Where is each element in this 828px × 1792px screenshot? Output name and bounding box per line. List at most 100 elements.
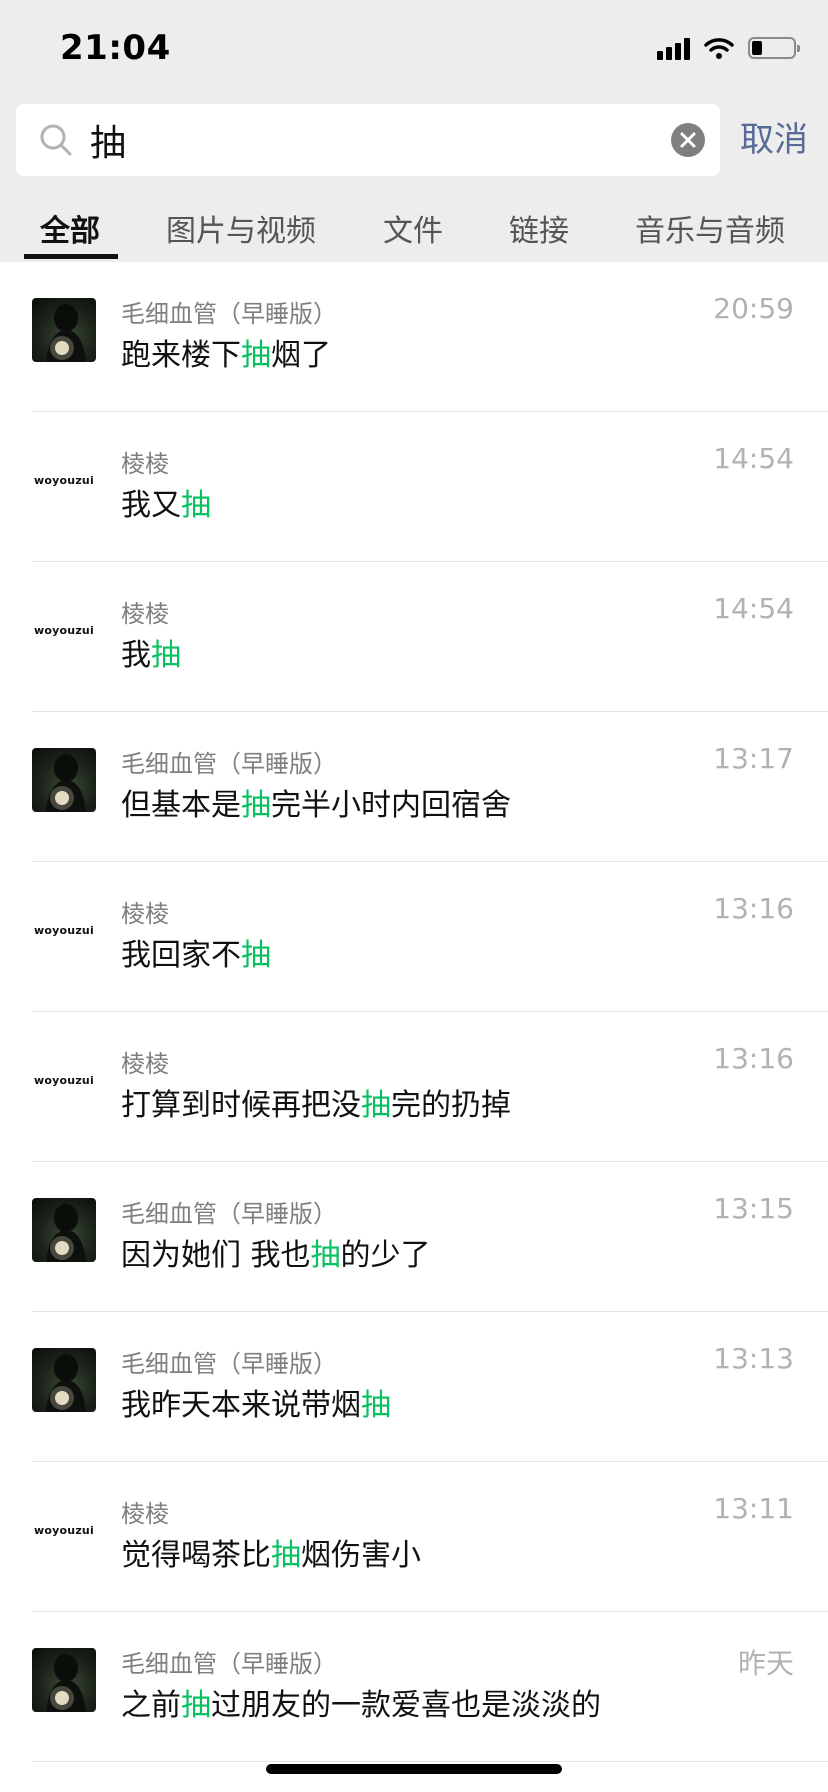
keyword-highlight: 抽 [271, 1538, 301, 1573]
contact-name: 棱棱 [121, 900, 169, 928]
contact-avatar [32, 748, 96, 812]
keyword-highlight: 抽 [241, 788, 271, 823]
tab-images-videos[interactable]: 图片与视频 [166, 206, 316, 250]
search-input[interactable] [90, 104, 670, 176]
search-icon [40, 124, 72, 156]
contact-avatar: woyouzui [32, 598, 96, 662]
message-time: 14:54 [713, 592, 794, 625]
status-icons [657, 36, 800, 60]
cellular-signal-icon [657, 36, 690, 60]
message-text-before: 觉得喝茶比 [121, 1538, 271, 1573]
keyword-highlight: 抽 [361, 1088, 391, 1123]
tab-music-audio[interactable]: 音乐与音频 [635, 206, 785, 250]
wifi-icon [704, 38, 734, 59]
status-bar: 21:04 [0, 0, 828, 100]
message-text-before: 之前 [121, 1688, 181, 1723]
message-text-before: 我又 [121, 488, 181, 523]
message-time: 20:59 [713, 292, 794, 325]
message-time: 13:13 [713, 1342, 794, 1375]
contact-avatar: woyouzui [32, 898, 96, 962]
filter-tabs: 全部 图片与视频 文件 链接 音乐与音频 [0, 196, 828, 262]
search-result-item[interactable]: 毛细血管（早睡版） 13:13 我昨天本来说带烟抽 [0, 1312, 828, 1462]
contact-name: 毛细血管（早睡版） [121, 1350, 337, 1378]
search-result-item[interactable]: 毛细血管（早睡版） 13:17 但基本是抽完半小时内回宿舍 [0, 712, 828, 862]
message-time: 14:54 [713, 442, 794, 475]
keyword-highlight: 抽 [181, 1688, 211, 1723]
message-text-before: 打算到时候再把没 [121, 1088, 361, 1123]
message-text-before: 我 [121, 638, 151, 673]
search-result-item[interactable]: 毛细血管（早睡版） 昨天之前抽过朋友的一款爱喜也是淡淡的 [0, 1612, 828, 1762]
message-text-before: 我回家不 [121, 938, 241, 973]
search-header: 21:04 抽 取消 全部 图片与视频 文件 链接 音乐与音频 [0, 0, 828, 262]
tab-all[interactable]: 全部 [40, 206, 100, 250]
search-row: 取消 [16, 104, 812, 176]
contact-name: 毛细血管（早睡版） [121, 300, 337, 328]
message-snippet: 我又抽 [121, 480, 211, 524]
contact-name: 毛细血管（早睡版） [121, 1200, 337, 1228]
message-time: 13:11 [713, 1492, 794, 1525]
keyword-highlight: 抽 [310, 1238, 341, 1273]
home-indicator [266, 1764, 562, 1774]
search-result-item[interactable]: woyouzui 棱棱 13:16 我回家不抽 [0, 862, 828, 1012]
divider [32, 1761, 828, 1762]
message-snippet: 我昨天本来说带烟抽 [121, 1380, 391, 1424]
tab-links[interactable]: 链接 [509, 206, 569, 250]
message-text-after: 烟了 [271, 338, 331, 373]
search-result-item[interactable]: 毛细血管（早睡版） 20:59 跑来楼下抽烟了 [0, 262, 828, 412]
keyword-highlight: 抽 [361, 1388, 391, 1423]
message-text-before: 我昨天本来说带烟 [121, 1388, 361, 1423]
contact-name: 棱棱 [121, 600, 169, 628]
message-time: 13:15 [713, 1192, 794, 1225]
avatar-label: woyouzui [34, 623, 94, 637]
search-box[interactable] [16, 104, 720, 176]
message-snippet: 因为她们 我也抽的少了 [121, 1230, 431, 1274]
message-text-after: 的少了 [340, 1238, 431, 1273]
message-text-after: 烟伤害小 [301, 1538, 421, 1573]
active-tab-indicator [24, 254, 118, 259]
search-result-item[interactable]: woyouzui 棱棱 13:11 觉得喝茶比抽烟伤害小 [0, 1462, 828, 1612]
contact-name: 棱棱 [121, 1500, 169, 1528]
contact-avatar: woyouzui [32, 448, 96, 512]
message-text-after: 完半小时内回宿舍 [271, 788, 511, 823]
contact-avatar: woyouzui [32, 1048, 96, 1112]
avatar-label: woyouzui [34, 473, 94, 487]
contact-avatar [32, 1348, 96, 1412]
search-result-item[interactable]: woyouzui 棱棱 14:54 我又抽 [0, 412, 828, 562]
message-snippet: 跑来楼下抽烟了 [121, 330, 331, 374]
message-text-before: 因为她们 我也 [121, 1238, 311, 1273]
search-result-item[interactable]: woyouzui 棱棱 14:54 我抽 [0, 562, 828, 712]
clear-icon[interactable] [670, 122, 706, 158]
avatar-label: woyouzui [34, 1523, 94, 1537]
message-text-after: 过朋友的一款爱喜也是淡淡的 [211, 1688, 601, 1723]
avatar-label: woyouzui [34, 1073, 94, 1087]
tab-files[interactable]: 文件 [383, 206, 443, 250]
keyword-highlight: 抽 [181, 488, 211, 523]
message-text-after: 完的扔掉 [391, 1088, 511, 1123]
contact-avatar: woyouzui [32, 1498, 96, 1562]
message-snippet: 但基本是抽完半小时内回宿舍 [121, 780, 511, 824]
message-time: 13:17 [713, 742, 794, 775]
message-time: 昨天 [737, 1647, 794, 1680]
keyword-highlight: 抽 [151, 638, 181, 673]
message-snippet: 我回家不抽 [121, 930, 271, 974]
keyword-highlight: 抽 [241, 938, 271, 973]
avatar-label: woyouzui [34, 923, 94, 937]
search-result-item[interactable]: 毛细血管（早睡版） 13:15 因为她们 我也抽的少了 [0, 1162, 828, 1312]
contact-name: 毛细血管（早睡版） [121, 750, 337, 778]
search-result-item[interactable]: woyouzui 棱棱 13:16 打算到时候再把没抽完的扔掉 [0, 1012, 828, 1162]
battery-icon [748, 37, 800, 59]
contact-avatar [32, 298, 96, 362]
message-snippet: 觉得喝茶比抽烟伤害小 [121, 1530, 421, 1574]
message-text-before: 跑来楼下 [121, 338, 241, 373]
message-time: 13:16 [713, 892, 794, 925]
contact-name: 棱棱 [121, 450, 169, 478]
message-snippet: 之前抽过朋友的一款爱喜也是淡淡的 [121, 1680, 601, 1724]
contact-name: 毛细血管（早睡版） [121, 1650, 337, 1678]
message-snippet: 打算到时候再把没抽完的扔掉 [121, 1080, 511, 1124]
search-results-list: 毛细血管（早睡版） 20:59 跑来楼下抽烟了 woyouzui 棱棱 14:54 我又抽 w… [0, 262, 828, 1762]
keyword-highlight: 抽 [241, 338, 271, 373]
cancel-button[interactable]: 取消 [740, 104, 808, 176]
message-text-before: 但基本是 [121, 788, 241, 823]
contact-avatar [32, 1648, 96, 1712]
contact-name: 棱棱 [121, 1050, 169, 1078]
